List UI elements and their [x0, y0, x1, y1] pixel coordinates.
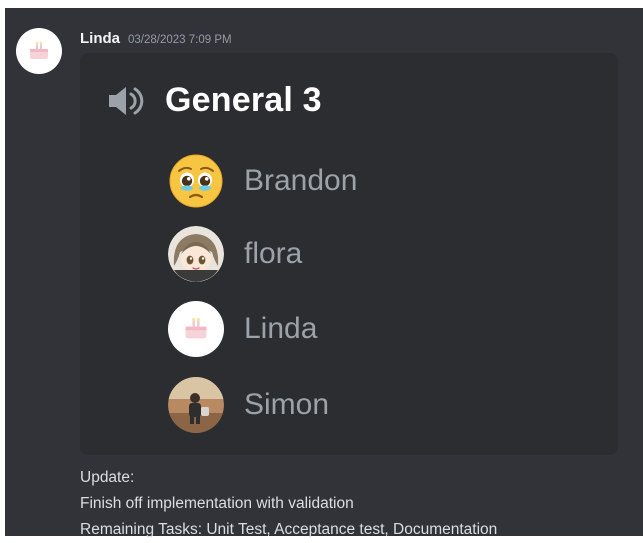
member-name: Brandon	[244, 164, 358, 197]
member-avatar	[168, 301, 224, 357]
voice-channel-embed: General 3 Brandon flora Linda Simon	[80, 53, 618, 455]
member-avatar	[168, 153, 224, 209]
voice-channel-name: General 3	[165, 81, 322, 119]
voice-channel-header[interactable]: General 3	[107, 81, 322, 120]
member-name: Simon	[244, 388, 330, 421]
message-line: Finish off implementation with validatio…	[80, 495, 354, 512]
author-name[interactable]: Linda	[80, 30, 120, 47]
pleading-face-emoji-icon	[169, 154, 223, 208]
message-content: Update: Finish off implementation with v…	[80, 465, 497, 543]
voice-member[interactable]: Brandon	[168, 153, 357, 209]
member-avatar	[168, 226, 224, 282]
member-name: flora	[244, 237, 303, 270]
cake-avatar-icon	[30, 41, 48, 59]
voice-member[interactable]: Simon	[168, 377, 329, 433]
member-avatar	[168, 377, 224, 433]
message-timestamp: 03/28/2023 7:09 PM	[128, 34, 232, 46]
message-line: Remaining Tasks: Unit Test, Acceptance t…	[80, 521, 498, 538]
message-header: Linda 03/28/2023 7:09 PM	[80, 30, 232, 47]
author-avatar[interactable]	[16, 28, 62, 74]
message-root: Linda 03/28/2023 7:09 PM General 3 Brand…	[0, 0, 643, 538]
voice-member[interactable]: Linda	[168, 301, 317, 357]
voice-member[interactable]: flora	[168, 226, 302, 282]
photo-avatar-icon	[168, 377, 224, 433]
message-line: Update:	[80, 469, 135, 486]
member-name: Linda	[244, 312, 318, 345]
cake-avatar-icon	[185, 318, 207, 339]
anime-girl-avatar-icon	[168, 226, 224, 282]
speaker-icon	[109, 86, 144, 115]
